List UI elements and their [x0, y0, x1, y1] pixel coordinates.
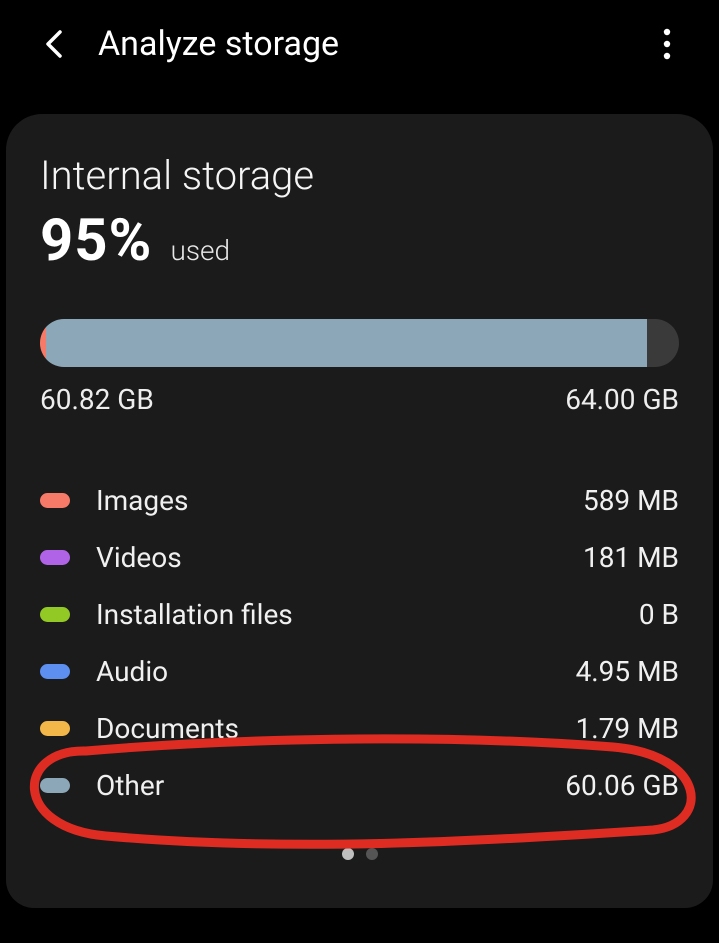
page-dot[interactable] [366, 848, 378, 860]
category-row[interactable]: Audio4.95 MB [40, 643, 679, 700]
category-size: 0 B [639, 598, 679, 631]
progress-segment [46, 319, 647, 367]
category-color-chip [40, 550, 70, 565]
usage-percent-label: used [170, 234, 230, 267]
page-title: Analyze storage [98, 24, 653, 64]
usage-percent-value: 95% [40, 207, 152, 275]
storage-total-size: 64.00 GB [565, 383, 679, 416]
page-indicator[interactable] [40, 848, 679, 860]
category-size: 589 MB [583, 484, 679, 517]
category-label: Documents [96, 712, 576, 745]
storage-used-size: 60.82 GB [40, 383, 154, 416]
category-size: 60.06 GB [565, 769, 679, 802]
category-color-chip [40, 493, 70, 508]
category-label: Images [96, 484, 583, 517]
category-size: 4.95 MB [576, 655, 679, 688]
storage-title: Internal storage [40, 152, 679, 199]
storage-size-row: 60.82 GB 64.00 GB [40, 383, 679, 416]
category-color-chip [40, 607, 70, 622]
category-row[interactable]: Installation files0 B [40, 586, 679, 643]
back-icon[interactable] [40, 30, 68, 58]
storage-progress-bar [40, 319, 679, 367]
page-dot[interactable] [342, 848, 354, 860]
category-size: 1.79 MB [576, 712, 679, 745]
more-options-icon[interactable] [653, 26, 681, 62]
storage-card: Internal storage 95% used 60.82 GB 64.00… [6, 114, 713, 908]
category-label: Audio [96, 655, 576, 688]
category-color-chip [40, 721, 70, 736]
category-row[interactable]: Other60.06 GB [40, 757, 679, 814]
category-label: Videos [96, 541, 583, 574]
category-label: Other [96, 769, 565, 802]
category-color-chip [40, 778, 70, 793]
app-header: Analyze storage [0, 0, 719, 88]
category-row[interactable]: Documents1.79 MB [40, 700, 679, 757]
category-color-chip [40, 664, 70, 679]
category-size: 181 MB [583, 541, 679, 574]
usage-percent-row: 95% used [40, 207, 679, 275]
category-label: Installation files [96, 598, 639, 631]
category-row[interactable]: Videos181 MB [40, 529, 679, 586]
category-list: Images589 MBVideos181 MBInstallation fil… [40, 472, 679, 814]
category-row[interactable]: Images589 MB [40, 472, 679, 529]
